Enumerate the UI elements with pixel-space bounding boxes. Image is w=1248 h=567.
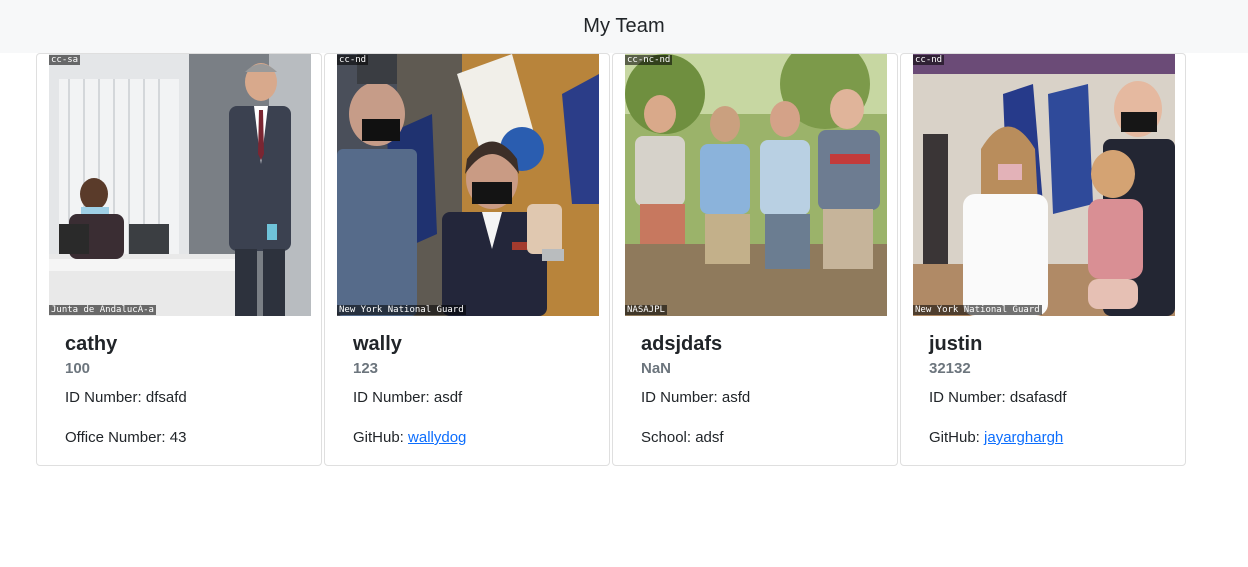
office-number: Office Number: 43: [65, 428, 309, 448]
employee-card-cathy: cc-sa Junta de AndalucA-a cathy 100 ID N…: [36, 53, 322, 466]
extra-label: Office Number: 43: [65, 429, 187, 446]
github-line: GitHub: jayarghargh: [929, 428, 1173, 448]
employee-card-justin: cc-nd New York National Guard justin 321…: [900, 53, 1186, 466]
employee-name: wally: [353, 333, 402, 355]
employee-photo: cc-nd New York National Guard: [913, 54, 1175, 316]
id-number: ID Number: dsafasdf: [929, 389, 1067, 406]
card-body: adsjdafs NaN ID Number: asfd School: ads…: [641, 332, 885, 448]
extra-label: School: adsf: [641, 429, 724, 446]
photo-credit: Junta de AndalucA-a: [49, 305, 156, 315]
github-link[interactable]: wallydog: [408, 429, 466, 446]
photo-credit: New York National Guard: [337, 305, 466, 315]
employee-photo: cc-nc-nd NASAJPL: [625, 54, 887, 316]
id-number: ID Number: asfd: [641, 389, 751, 406]
id-number: ID Number: asdf: [353, 389, 463, 406]
employee-number: 123: [353, 360, 379, 377]
employee-number: NaN: [641, 360, 672, 377]
employee-number: 32132: [929, 360, 971, 377]
photo-credit: NASAJPL: [625, 305, 667, 315]
license-label: cc-nd: [913, 55, 945, 65]
employee-name: adsjdafs: [641, 333, 723, 355]
github-link[interactable]: jayarghargh: [984, 429, 1063, 446]
card-body: cathy 100 ID Number: dfsafd Office Numbe…: [65, 332, 309, 448]
employee-number: 100: [65, 360, 91, 377]
id-number: ID Number: dfsafd: [65, 389, 187, 406]
team-cards: cc-sa Junta de AndalucA-a cathy 100 ID N…: [36, 53, 1188, 466]
navbar: My Team: [0, 0, 1248, 53]
school-line: School: adsf: [641, 428, 885, 448]
photo-credit: New York National Guard: [913, 305, 1042, 315]
license-label: cc-sa: [49, 55, 81, 65]
employee-card-wally: cc-nd New York National Guard wally 123 …: [324, 53, 610, 466]
license-label: cc-nd: [337, 55, 369, 65]
extra-label: GitHub:: [353, 429, 409, 446]
employee-photo: cc-sa Junta de AndalucA-a: [49, 54, 311, 316]
employee-name: cathy: [65, 333, 118, 355]
employee-name: justin: [929, 333, 983, 355]
employee-card-adsjdafs: cc-nc-nd NASAJPL adsjdafs NaN ID Number:…: [612, 53, 898, 466]
card-body: wally 123 ID Number: asdf GitHub: wallyd…: [353, 332, 597, 448]
extra-label: GitHub:: [929, 429, 985, 446]
employee-photo: cc-nd New York National Guard: [337, 54, 599, 316]
license-label: cc-nc-nd: [625, 55, 673, 65]
page-title: My Team: [583, 15, 665, 37]
github-line: GitHub: wallydog: [353, 428, 597, 448]
card-body: justin 32132 ID Number: dsafasdf GitHub:…: [929, 332, 1173, 448]
